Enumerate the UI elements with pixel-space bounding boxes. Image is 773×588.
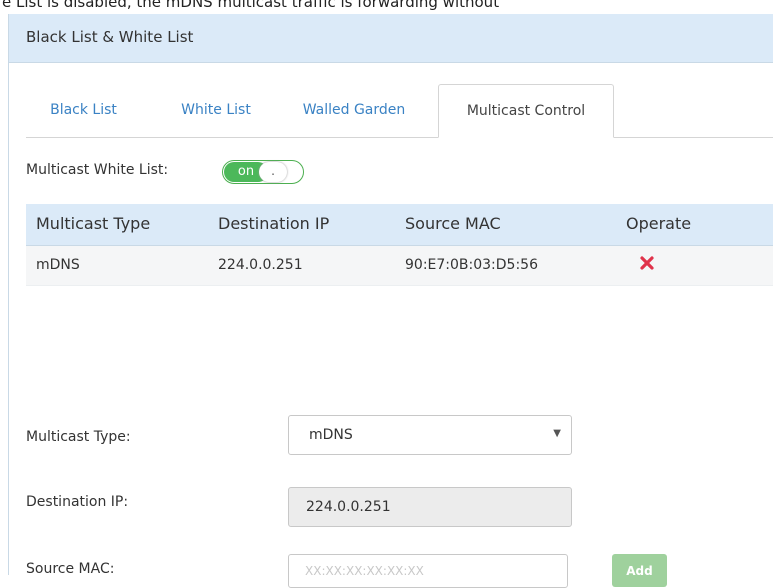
multicast-white-list-label: Multicast White List:: [26, 162, 169, 178]
tab-walled-garden[interactable]: Walled Garden: [284, 84, 424, 136]
header-source-mac: Source MAC: [405, 214, 501, 233]
chevron-down-icon: ▼: [553, 428, 561, 439]
multicast-type-label: Multicast Type:: [26, 429, 131, 445]
destination-ip-field: 224.0.0.251: [288, 487, 572, 527]
panel-header: Black List & White List: [9, 14, 773, 63]
clipped-top-text-content: e List is disabled, the mDNS multicast t…: [2, 0, 500, 11]
cell-destination-ip: 224.0.0.251: [218, 257, 303, 273]
multicast-type-value: mDNS: [309, 427, 353, 443]
destination-ip-value: 224.0.0.251: [306, 499, 391, 515]
header-operate: Operate: [626, 214, 692, 233]
tab-black-list[interactable]: Black List: [26, 84, 141, 136]
black-white-list-panel: Black List & White List Black List White…: [8, 14, 773, 588]
delete-x-icon[interactable]: [639, 255, 655, 271]
table-header: Multicast Type Destination IP Source MAC…: [26, 204, 773, 246]
clipped-top-text: e List is disabled, the mDNS multicast t…: [0, 0, 773, 14]
tab-white-list[interactable]: White List: [166, 84, 266, 136]
cell-multicast-type: mDNS: [36, 257, 80, 273]
multicast-type-select[interactable]: mDNS ▼: [288, 415, 572, 455]
destination-ip-label: Destination IP:: [26, 494, 129, 510]
tab-bar: Black List White List Walled Garden Mult…: [26, 84, 773, 138]
table-row: mDNS 224.0.0.251 90:E7:0B:03:D5:56: [26, 246, 773, 286]
header-multicast-type: Multicast Type: [36, 214, 151, 233]
source-mac-input[interactable]: [288, 554, 568, 588]
header-destination-ip: Destination IP: [218, 214, 330, 233]
multicast-table: Multicast Type Destination IP Source MAC…: [26, 204, 773, 286]
cell-source-mac: 90:E7:0B:03:D5:56: [405, 257, 538, 273]
tab-multicast-control[interactable]: Multicast Control: [438, 84, 614, 138]
multicast-white-list-toggle[interactable]: on .: [222, 160, 304, 184]
panel-title: Black List & White List: [26, 28, 194, 46]
toggle-knob: .: [259, 162, 287, 182]
add-button[interactable]: Add: [612, 554, 667, 587]
